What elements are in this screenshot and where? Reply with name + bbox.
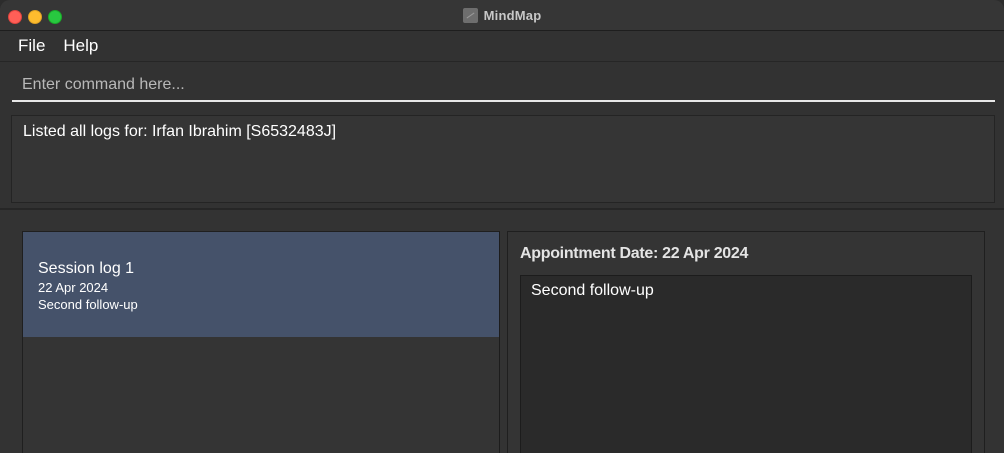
command-input[interactable] xyxy=(12,70,995,102)
main-content: Session log 1 22 Apr 2024 Second follow-… xyxy=(0,210,1004,453)
result-message: Listed all logs for: Irfan Ibrahim [S653… xyxy=(23,123,337,140)
log-title: Session log 1 xyxy=(38,260,135,277)
menu-bar: File Help xyxy=(0,31,1004,62)
log-notes-text: Second follow-up xyxy=(531,282,654,299)
app-window: MindMap File Help Listed all logs for: I… xyxy=(0,0,1004,453)
log-list-item[interactable]: Session log 1 22 Apr 2024 Second follow-… xyxy=(23,232,499,337)
window-title-group: MindMap xyxy=(0,0,1004,30)
log-notes-area[interactable]: Second follow-up xyxy=(520,275,972,453)
log-date: 22 Apr 2024 xyxy=(38,280,109,295)
menu-help[interactable]: Help xyxy=(63,36,98,56)
result-display: Listed all logs for: Irfan Ibrahim [S653… xyxy=(11,115,995,203)
appointment-date-heading: Appointment Date: 22 Apr 2024 xyxy=(520,245,749,262)
log-description: Second follow-up xyxy=(38,297,138,312)
window-title: MindMap xyxy=(483,7,542,23)
log-list-panel[interactable]: Session log 1 22 Apr 2024 Second follow-… xyxy=(22,231,500,453)
command-box xyxy=(0,62,1004,110)
log-detail-panel: Appointment Date: 22 Apr 2024 Second fol… xyxy=(507,231,985,453)
menu-file[interactable]: File xyxy=(18,36,45,56)
app-icon xyxy=(462,7,478,23)
title-bar: MindMap xyxy=(0,0,1004,31)
